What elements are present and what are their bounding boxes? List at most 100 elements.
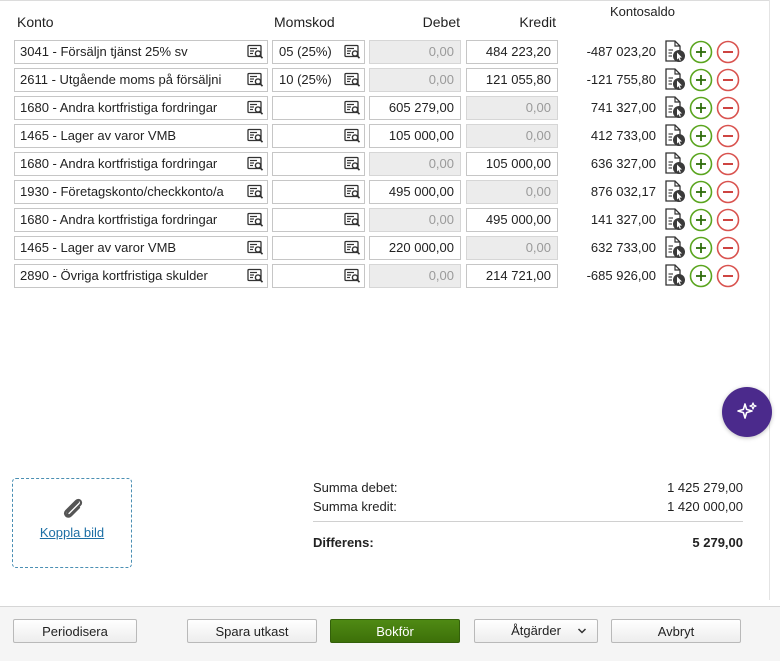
vat-lookup-icon[interactable] bbox=[344, 44, 361, 60]
vat-code-field[interactable]: 10 (25%) bbox=[272, 68, 365, 92]
sum-debet-label: Summa debet: bbox=[313, 480, 398, 495]
account-field[interactable]: 1465 - Lager av varor VMB bbox=[14, 124, 268, 148]
account-lookup-icon[interactable] bbox=[247, 184, 264, 200]
attach-image-link[interactable]: Koppla bild bbox=[13, 525, 131, 540]
plus-circle-icon[interactable] bbox=[689, 180, 713, 204]
plus-circle-icon[interactable] bbox=[689, 208, 713, 232]
account-lookup-icon[interactable] bbox=[247, 72, 264, 88]
kredit-field[interactable]: 214 721,00 bbox=[466, 264, 558, 288]
vat-lookup-icon[interactable] bbox=[344, 128, 361, 144]
debet-field[interactable]: 220 000,00 bbox=[369, 236, 461, 260]
kredit-field[interactable]: 484 223,20 bbox=[466, 40, 558, 64]
plus-circle-icon[interactable] bbox=[689, 68, 713, 92]
plus-circle-icon[interactable] bbox=[689, 264, 713, 288]
column-header-debet: Debet bbox=[422, 14, 460, 30]
account-lookup-icon[interactable] bbox=[247, 100, 264, 116]
account-lookup-icon[interactable] bbox=[247, 212, 264, 228]
kredit-field[interactable]: 0,00 bbox=[466, 180, 558, 204]
minus-circle-icon[interactable] bbox=[716, 208, 740, 232]
document-cursor-icon[interactable] bbox=[662, 207, 688, 233]
account-field[interactable]: 3041 - Försäljn tjänst 25% sv bbox=[14, 40, 268, 64]
debet-field[interactable]: 0,00 bbox=[369, 68, 461, 92]
vat-lookup-icon[interactable] bbox=[344, 268, 361, 284]
document-cursor-icon[interactable] bbox=[662, 263, 688, 289]
account-balance: 876 032,17 bbox=[590, 184, 656, 199]
kredit-field[interactable]: 0,00 bbox=[466, 124, 558, 148]
debet-field[interactable]: 0,00 bbox=[369, 264, 461, 288]
account-field[interactable]: 1930 - Företagskonto/checkkonto/a bbox=[14, 180, 268, 204]
debet-field[interactable]: 605 279,00 bbox=[369, 96, 461, 120]
debet-field[interactable]: 495 000,00 bbox=[369, 180, 461, 204]
paperclip-icon bbox=[63, 498, 83, 518]
vat-lookup-icon[interactable] bbox=[344, 184, 361, 200]
account-field[interactable]: 2890 - Övriga kortfristiga skulder bbox=[14, 264, 268, 288]
plus-circle-icon[interactable] bbox=[689, 152, 713, 176]
vat-lookup-icon[interactable] bbox=[344, 212, 361, 228]
vat-lookup-icon[interactable] bbox=[344, 100, 361, 116]
periodisera-button[interactable]: Periodisera bbox=[13, 619, 137, 643]
kredit-field[interactable]: 495 000,00 bbox=[466, 208, 558, 232]
vat-lookup-icon[interactable] bbox=[344, 240, 361, 256]
document-cursor-icon[interactable] bbox=[662, 235, 688, 261]
account-balance: -685 926,00 bbox=[586, 268, 656, 283]
vat-code-field[interactable] bbox=[272, 236, 365, 260]
vat-code-field[interactable] bbox=[272, 264, 365, 288]
kredit-field[interactable]: 0,00 bbox=[466, 96, 558, 120]
vat-code-field[interactable]: 05 (25%) bbox=[272, 40, 365, 64]
plus-circle-icon[interactable] bbox=[689, 236, 713, 260]
document-cursor-icon[interactable] bbox=[662, 39, 688, 65]
spara-utkast-button[interactable]: Spara utkast bbox=[187, 619, 317, 643]
minus-circle-icon[interactable] bbox=[716, 68, 740, 92]
document-cursor-icon[interactable] bbox=[662, 179, 688, 205]
account-value: 2611 - Utgående moms på försäljni bbox=[20, 72, 222, 87]
kredit-field[interactable]: 121 055,80 bbox=[466, 68, 558, 92]
minus-circle-icon[interactable] bbox=[716, 264, 740, 288]
atgarder-dropdown[interactable]: Åtgärder bbox=[474, 619, 598, 643]
vat-lookup-icon[interactable] bbox=[344, 72, 361, 88]
kredit-field[interactable]: 0,00 bbox=[466, 236, 558, 260]
minus-circle-icon[interactable] bbox=[716, 180, 740, 204]
kredit-field[interactable]: 105 000,00 bbox=[466, 152, 558, 176]
minus-circle-icon[interactable] bbox=[716, 96, 740, 120]
column-header-konto: Konto bbox=[17, 14, 54, 30]
account-lookup-icon[interactable] bbox=[247, 44, 264, 60]
attach-image-dropzone[interactable]: Koppla bild bbox=[12, 478, 132, 568]
account-lookup-icon[interactable] bbox=[247, 240, 264, 256]
vat-lookup-icon[interactable] bbox=[344, 156, 361, 172]
table-row: 1465 - Lager av varor VMB 105 000,00 0,00 4… bbox=[0, 124, 770, 148]
vat-code-field[interactable] bbox=[272, 96, 365, 120]
plus-circle-icon[interactable] bbox=[689, 124, 713, 148]
account-field[interactable]: 1680 - Andra kortfristiga fordringar bbox=[14, 96, 268, 120]
account-field[interactable]: 1680 - Andra kortfristiga fordringar bbox=[14, 152, 268, 176]
document-cursor-icon[interactable] bbox=[662, 151, 688, 177]
account-field[interactable]: 2611 - Utgående moms på försäljni bbox=[14, 68, 268, 92]
account-field[interactable]: 1680 - Andra kortfristiga fordringar bbox=[14, 208, 268, 232]
minus-circle-icon[interactable] bbox=[716, 40, 740, 64]
ai-assistant-button[interactable] bbox=[722, 387, 772, 437]
account-value: 1465 - Lager av varor VMB bbox=[20, 240, 177, 255]
minus-circle-icon[interactable] bbox=[716, 152, 740, 176]
account-lookup-icon[interactable] bbox=[247, 268, 264, 284]
vat-code-field[interactable] bbox=[272, 180, 365, 204]
account-lookup-icon[interactable] bbox=[247, 156, 264, 172]
account-value: 1930 - Företagskonto/checkkonto/a bbox=[20, 184, 224, 199]
debet-field[interactable]: 0,00 bbox=[369, 152, 461, 176]
document-cursor-icon[interactable] bbox=[662, 123, 688, 149]
debet-field[interactable]: 0,00 bbox=[369, 40, 461, 64]
vat-code-value: 05 (25%) bbox=[279, 44, 332, 59]
avbryt-button[interactable]: Avbryt bbox=[611, 619, 741, 643]
plus-circle-icon[interactable] bbox=[689, 96, 713, 120]
document-cursor-icon[interactable] bbox=[662, 67, 688, 93]
bokfor-button[interactable]: Bokför bbox=[330, 619, 460, 643]
vat-code-field[interactable] bbox=[272, 208, 365, 232]
vat-code-field[interactable] bbox=[272, 152, 365, 176]
account-lookup-icon[interactable] bbox=[247, 128, 264, 144]
plus-circle-icon[interactable] bbox=[689, 40, 713, 64]
account-field[interactable]: 1465 - Lager av varor VMB bbox=[14, 236, 268, 260]
document-cursor-icon[interactable] bbox=[662, 95, 688, 121]
vat-code-field[interactable] bbox=[272, 124, 365, 148]
debet-field[interactable]: 105 000,00 bbox=[369, 124, 461, 148]
minus-circle-icon[interactable] bbox=[716, 124, 740, 148]
debet-field[interactable]: 0,00 bbox=[369, 208, 461, 232]
minus-circle-icon[interactable] bbox=[716, 236, 740, 260]
